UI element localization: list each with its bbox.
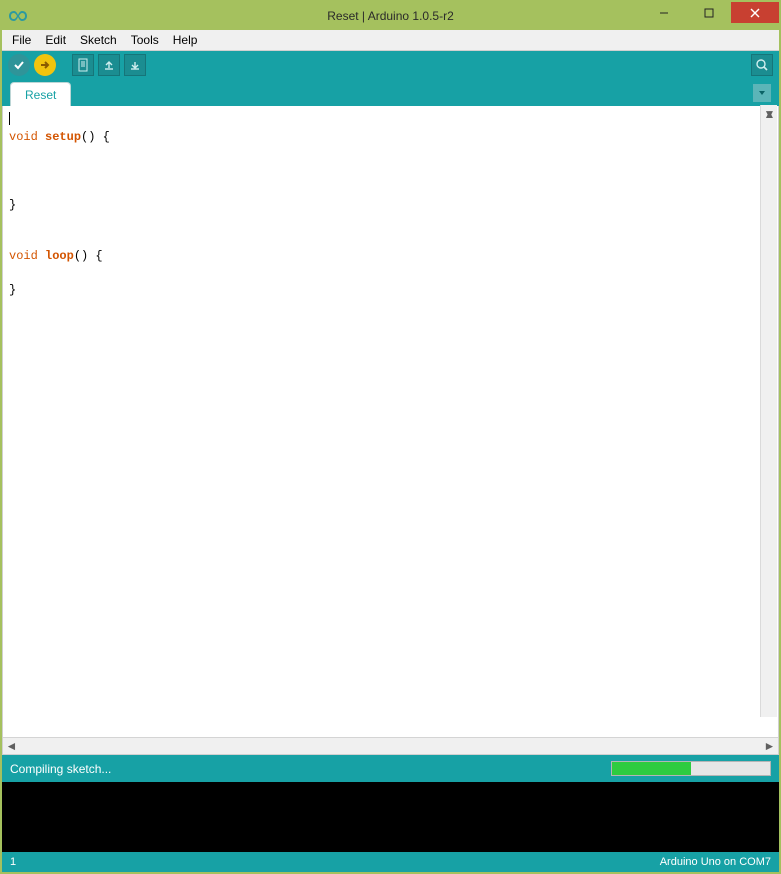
maximize-button[interactable] bbox=[686, 2, 731, 23]
menu-file[interactable]: File bbox=[6, 32, 37, 48]
toolbar bbox=[2, 51, 779, 79]
compile-progress bbox=[611, 761, 771, 776]
console-output[interactable] bbox=[2, 782, 779, 852]
code-keyword: void bbox=[9, 249, 38, 263]
arduino-logo-icon bbox=[8, 6, 28, 26]
board-port-label: Arduino Uno on COM7 bbox=[660, 856, 771, 868]
menu-help[interactable]: Help bbox=[167, 32, 204, 48]
close-button[interactable] bbox=[731, 2, 779, 23]
scroll-right-icon[interactable]: ► bbox=[761, 738, 778, 754]
scroll-left-icon[interactable]: ◄ bbox=[3, 738, 20, 754]
new-sketch-button[interactable] bbox=[72, 54, 94, 76]
code-function: loop bbox=[45, 249, 74, 263]
code-function: setup bbox=[45, 130, 81, 144]
menubar: File Edit Sketch Tools Help bbox=[2, 30, 779, 51]
status-message: Compiling sketch... bbox=[10, 762, 111, 776]
editor-area: void setup() { } void loop() { } ◄ ► bbox=[2, 106, 779, 755]
status-bar: Compiling sketch... bbox=[2, 755, 779, 782]
code-editor[interactable]: void setup() { } void loop() { } bbox=[3, 106, 778, 737]
code-text: } bbox=[9, 283, 16, 297]
compile-progress-fill bbox=[612, 762, 691, 775]
verify-button[interactable] bbox=[8, 54, 30, 76]
tab-menu-button[interactable] bbox=[753, 84, 771, 102]
horizontal-scrollbar[interactable]: ◄ ► bbox=[3, 737, 778, 754]
code-text: } bbox=[9, 198, 16, 212]
scroll-down-icon[interactable]: ▼ bbox=[761, 105, 778, 122]
line-number: 1 bbox=[10, 856, 16, 868]
footer-bar: 1 Arduino Uno on COM7 bbox=[2, 852, 779, 872]
tabbar: Reset bbox=[2, 79, 779, 106]
code-text bbox=[9, 164, 23, 178]
open-sketch-button[interactable] bbox=[98, 54, 120, 76]
upload-button[interactable] bbox=[34, 54, 56, 76]
code-keyword: void bbox=[9, 130, 38, 144]
serial-monitor-button[interactable] bbox=[751, 54, 773, 76]
window-controls bbox=[641, 2, 779, 30]
menu-edit[interactable]: Edit bbox=[39, 32, 72, 48]
vertical-scrollbar[interactable]: ▲ ▼ bbox=[760, 105, 777, 717]
arduino-ide-window: Reset | Arduino 1.0.5-r2 File Edit Sketc… bbox=[0, 0, 781, 874]
minimize-button[interactable] bbox=[641, 2, 686, 23]
code-text: () { bbox=[81, 130, 110, 144]
menu-sketch[interactable]: Sketch bbox=[74, 32, 123, 48]
titlebar[interactable]: Reset | Arduino 1.0.5-r2 bbox=[2, 2, 779, 30]
code-text: () { bbox=[74, 249, 103, 263]
sketch-tab[interactable]: Reset bbox=[10, 82, 71, 106]
menu-tools[interactable]: Tools bbox=[125, 32, 165, 48]
save-sketch-button[interactable] bbox=[124, 54, 146, 76]
